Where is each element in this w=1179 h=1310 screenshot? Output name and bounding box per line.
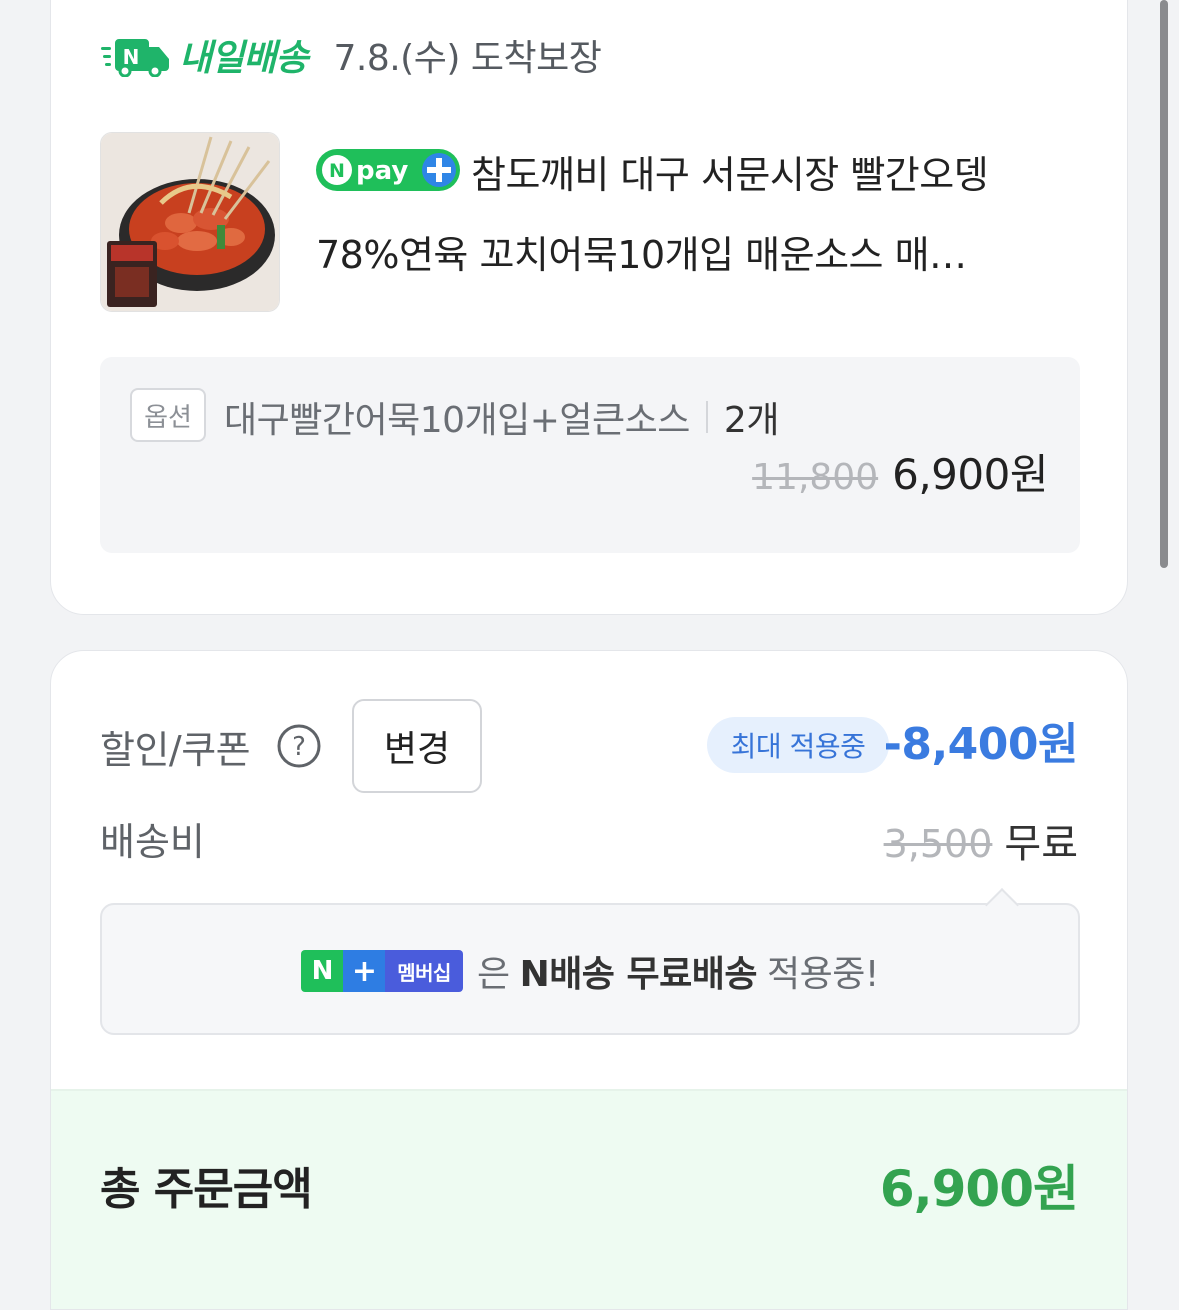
membership-badge-label: 멤버십 (385, 950, 463, 992)
bubble-tail (985, 888, 1019, 922)
total-order-section: 총 주문금액 6,900원 (51, 1089, 1127, 1309)
shipping-free-label: 무료 (1004, 821, 1078, 867)
product-thumbnail[interactable] (100, 132, 280, 312)
arrival-guarantee-date: 7.8.(수) 도착보장 (333, 38, 602, 79)
next-day-delivery-label: 내일배송 (179, 38, 308, 79)
nplus-membership-badge: N + 멤버십 (301, 950, 463, 992)
membership-prefix: 은 (476, 954, 510, 995)
membership-highlight: N배송 무료배송 (519, 954, 758, 995)
max-applied-badge: 최대 적용중 (707, 717, 889, 773)
order-item-card: N 내일배송 7.8.(수) 도착보장 N pay 참도깨비 대구 서문시장 빨… (50, 0, 1128, 615)
change-coupon-button[interactable]: 변경 (352, 699, 482, 793)
naver-n-icon: N (301, 950, 344, 992)
discount-amount: -8,400원 (883, 719, 1079, 770)
option-tag: 옵션 (130, 388, 206, 442)
option-price: 11,800 6,900원 (752, 441, 1048, 502)
sale-price: 6,900원 (892, 450, 1048, 499)
svg-text:?: ? (292, 732, 306, 762)
total-order-amount: 6,900원 (879, 1160, 1079, 1218)
option-summary: 옵션 대구빨간어묵10개입+얼큰소스 2개 11,800 6,900원 (100, 357, 1080, 553)
product-title-line2: 78%연육 꼬치어묵10개입 매운소스 매… (316, 233, 967, 277)
delivery-info: N 내일배송 7.8.(수) 도착보장 (101, 27, 602, 83)
option-name: 대구빨간어묵10개입+얼큰소스 (224, 400, 690, 441)
plus-icon: + (343, 950, 386, 992)
discount-coupon-label: 할인/쿠폰 (100, 728, 251, 772)
shipping-fee-label: 배송비 (100, 820, 205, 864)
original-price: 11,800 (752, 457, 879, 498)
option-detail: 대구빨간어묵10개입+얼큰소스 2개 (224, 391, 779, 443)
delivery-truck-icon: N (101, 39, 169, 77)
product-title-line1: 참도깨비 대구 서문시장 빨간오뎅 (471, 153, 989, 197)
membership-free-shipping-notice: N + 멤버십 은 N배송 무료배송 적용중! (100, 888, 1080, 1035)
product-image (101, 133, 279, 311)
payment-summary-card: 할인/쿠폰 ? 변경 최대 적용중 -8,400원 배송비 3,500 무료 N… (50, 650, 1128, 1310)
total-order-label: 총 주문금액 (100, 1164, 313, 1215)
scrollbar[interactable] (1160, 0, 1168, 568)
option-divider (705, 401, 708, 433)
option-quantity: 2개 (723, 400, 780, 441)
help-icon[interactable]: ? (276, 723, 322, 769)
shipping-fee: 3,500 무료 (884, 811, 1078, 869)
membership-message: N + 멤버십 은 N배송 무료배송 적용중! (102, 945, 1078, 997)
shipping-original-price: 3,500 (883, 822, 993, 866)
product-title[interactable]: 참도깨비 대구 서문시장 빨간오뎅 78%연육 꼬치어묵10개입 매운소스 매… (316, 135, 1076, 295)
membership-suffix: 적용중! (766, 954, 879, 995)
